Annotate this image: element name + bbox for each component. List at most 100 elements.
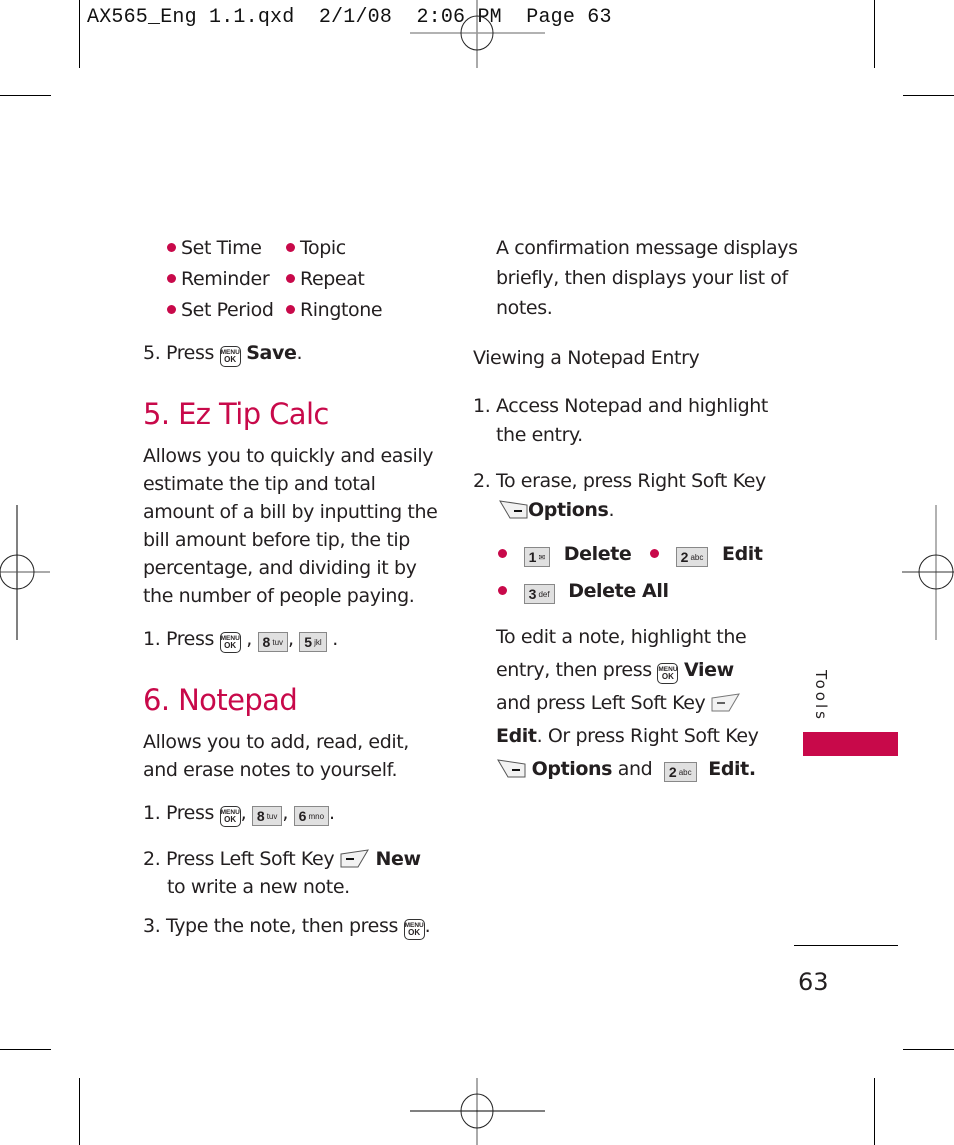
page-number: 63 <box>798 968 829 996</box>
bullet-icon <box>286 243 295 252</box>
crop-mark <box>79 0 80 68</box>
viewing-step-2: 2. To erase, press Right Soft Key <box>473 470 766 492</box>
key-5-icon: 5 jkl <box>299 632 327 652</box>
registration-mark-bottom <box>410 1078 545 1145</box>
key-6-icon: 6 mno <box>293 806 330 826</box>
notepad-description: Allows you to add, read, edit, and erase… <box>143 728 409 784</box>
description-line: bill amount before tip, the tip <box>143 529 410 551</box>
right-soft-key-icon <box>497 759 526 778</box>
section-title-ez-tip-calc: 5. Ez Tip Calc <box>143 397 329 431</box>
bullet-icon <box>498 549 507 558</box>
bullet-item: Reminder <box>167 265 270 293</box>
bullet-icon <box>167 274 176 283</box>
description-line: Allows you to add, read, edit, <box>143 731 409 753</box>
key-3-icon: 3 def <box>523 584 555 604</box>
notepad-step-3: 3. Type the note, then press MENU OK. <box>143 912 431 940</box>
left-soft-key-icon <box>711 693 740 712</box>
options-action: Options <box>528 499 609 521</box>
left-soft-key-icon <box>340 849 369 868</box>
side-tab-label: Tools <box>812 670 830 722</box>
step-text: 1. Press <box>143 628 214 650</box>
bullet-label: Topic <box>300 237 346 259</box>
save-action: Save <box>246 342 297 364</box>
punctuation: . <box>424 915 431 937</box>
section-title-notepad: 6. Notepad <box>143 683 298 717</box>
crop-mark <box>903 95 954 96</box>
step-text: 2. Press Left Soft Key <box>143 848 335 870</box>
ez-tip-calc-step-1: 1. Press MENU OK , 8 tuv, 5 jkl . <box>143 625 338 653</box>
paragraph-line: Edit. Or press Right Soft Key <box>496 720 759 753</box>
description-line: Allows you to quickly and easily <box>143 445 434 467</box>
side-tab-bar <box>803 732 898 756</box>
crop-mark <box>0 1049 51 1050</box>
bullet-icon <box>167 305 176 314</box>
crop-mark <box>874 1078 875 1145</box>
registration-mark-left <box>0 505 50 640</box>
step-text: 5. Press <box>143 342 214 364</box>
option-label: Delete All <box>568 580 669 602</box>
paragraph-line: A confirmation message displays <box>496 237 798 259</box>
new-action: New <box>375 848 421 870</box>
crop-mark <box>79 1078 80 1145</box>
viewing-step-1: 1. Access Notepad and highlight <box>473 395 768 417</box>
key-8-icon: 8 tuv <box>257 632 289 652</box>
edit-action: Edit <box>496 725 537 747</box>
bullet-item: Repeat <box>286 265 365 293</box>
text: entry, then press <box>496 659 652 681</box>
paragraph-line: notes. <box>496 297 553 319</box>
bullet-icon <box>286 305 295 314</box>
registration-mark-right <box>902 505 954 640</box>
text: and press Left Soft Key <box>496 692 706 714</box>
paragraph-line: and press Left Soft Key <box>496 687 759 720</box>
page-number-rule <box>794 945 898 946</box>
paragraph-line: To edit a note, highlight the <box>496 626 747 648</box>
punctuation: . <box>608 499 615 521</box>
bullet-label: Reminder <box>181 268 270 290</box>
bullet-label: Set Period <box>181 299 274 321</box>
bullet-label: Set Time <box>181 237 262 259</box>
bullet-item: Ringtone <box>286 296 383 324</box>
bullet-item: Set Period <box>167 296 274 324</box>
notepad-step-1: 1. Press MENU OK, 8 tuv, 6 mno. <box>143 799 335 827</box>
subheading-viewing-notepad-entry: Viewing a Notepad Entry <box>473 347 700 369</box>
step-text: 1. Press <box>143 802 214 824</box>
bullet-item: Topic <box>286 234 346 262</box>
description-line: amount of a bill by inputting the <box>143 501 438 523</box>
menu-ok-key-icon: MENU OK <box>219 632 241 653</box>
key-2-icon: 2 abc <box>663 762 697 782</box>
menu-ok-key-icon: MENU OK <box>219 806 241 827</box>
right-soft-key-icon <box>499 500 528 519</box>
bullet-label: Repeat <box>300 268 365 290</box>
option-delete-all: 3 def Delete All <box>498 577 669 605</box>
bullet-icon <box>650 549 659 558</box>
paragraph-line: briefly, then displays your list of <box>496 267 788 289</box>
bullet-icon <box>498 586 507 595</box>
bullet-icon <box>286 274 295 283</box>
menu-ok-key-icon: MENU OK <box>657 663 679 684</box>
ez-tip-calc-description: Allows you to quickly and easily estimat… <box>143 442 438 610</box>
option-label: Edit <box>721 543 763 565</box>
option-delete: 1 ✉ Delete <box>498 540 632 568</box>
options-action: Options <box>531 758 613 780</box>
edit-action: Edit. <box>708 758 756 780</box>
bullet-label: Ringtone <box>300 299 383 321</box>
text: . Or press Right Soft Key <box>536 725 759 747</box>
step-5-save: 5. Press MENU OK Save. <box>143 339 302 367</box>
menu-ok-key-icon: MENU OK <box>403 919 425 940</box>
punctuation: . <box>296 342 303 364</box>
description-line: percentage, and dividing it by <box>143 557 417 579</box>
key-2-icon: 2 abc <box>675 547 709 567</box>
crop-mark <box>874 0 875 68</box>
view-action: View <box>684 659 734 681</box>
description-line: estimate the tip and total <box>143 473 376 495</box>
crop-mark <box>0 95 51 96</box>
menu-ok-key-icon: MENU OK <box>219 346 241 367</box>
paragraph-line: entry, then press MENU OK View <box>496 654 759 687</box>
bullet-icon <box>167 243 176 252</box>
option-label: Delete <box>563 543 632 565</box>
description-line: the number of people paying. <box>143 585 415 607</box>
key-1-icon: 1 ✉ <box>523 547 551 567</box>
registration-mark-top <box>410 0 545 68</box>
crop-mark <box>903 1049 954 1050</box>
viewing-step-2-continuation: Options. <box>498 496 614 524</box>
